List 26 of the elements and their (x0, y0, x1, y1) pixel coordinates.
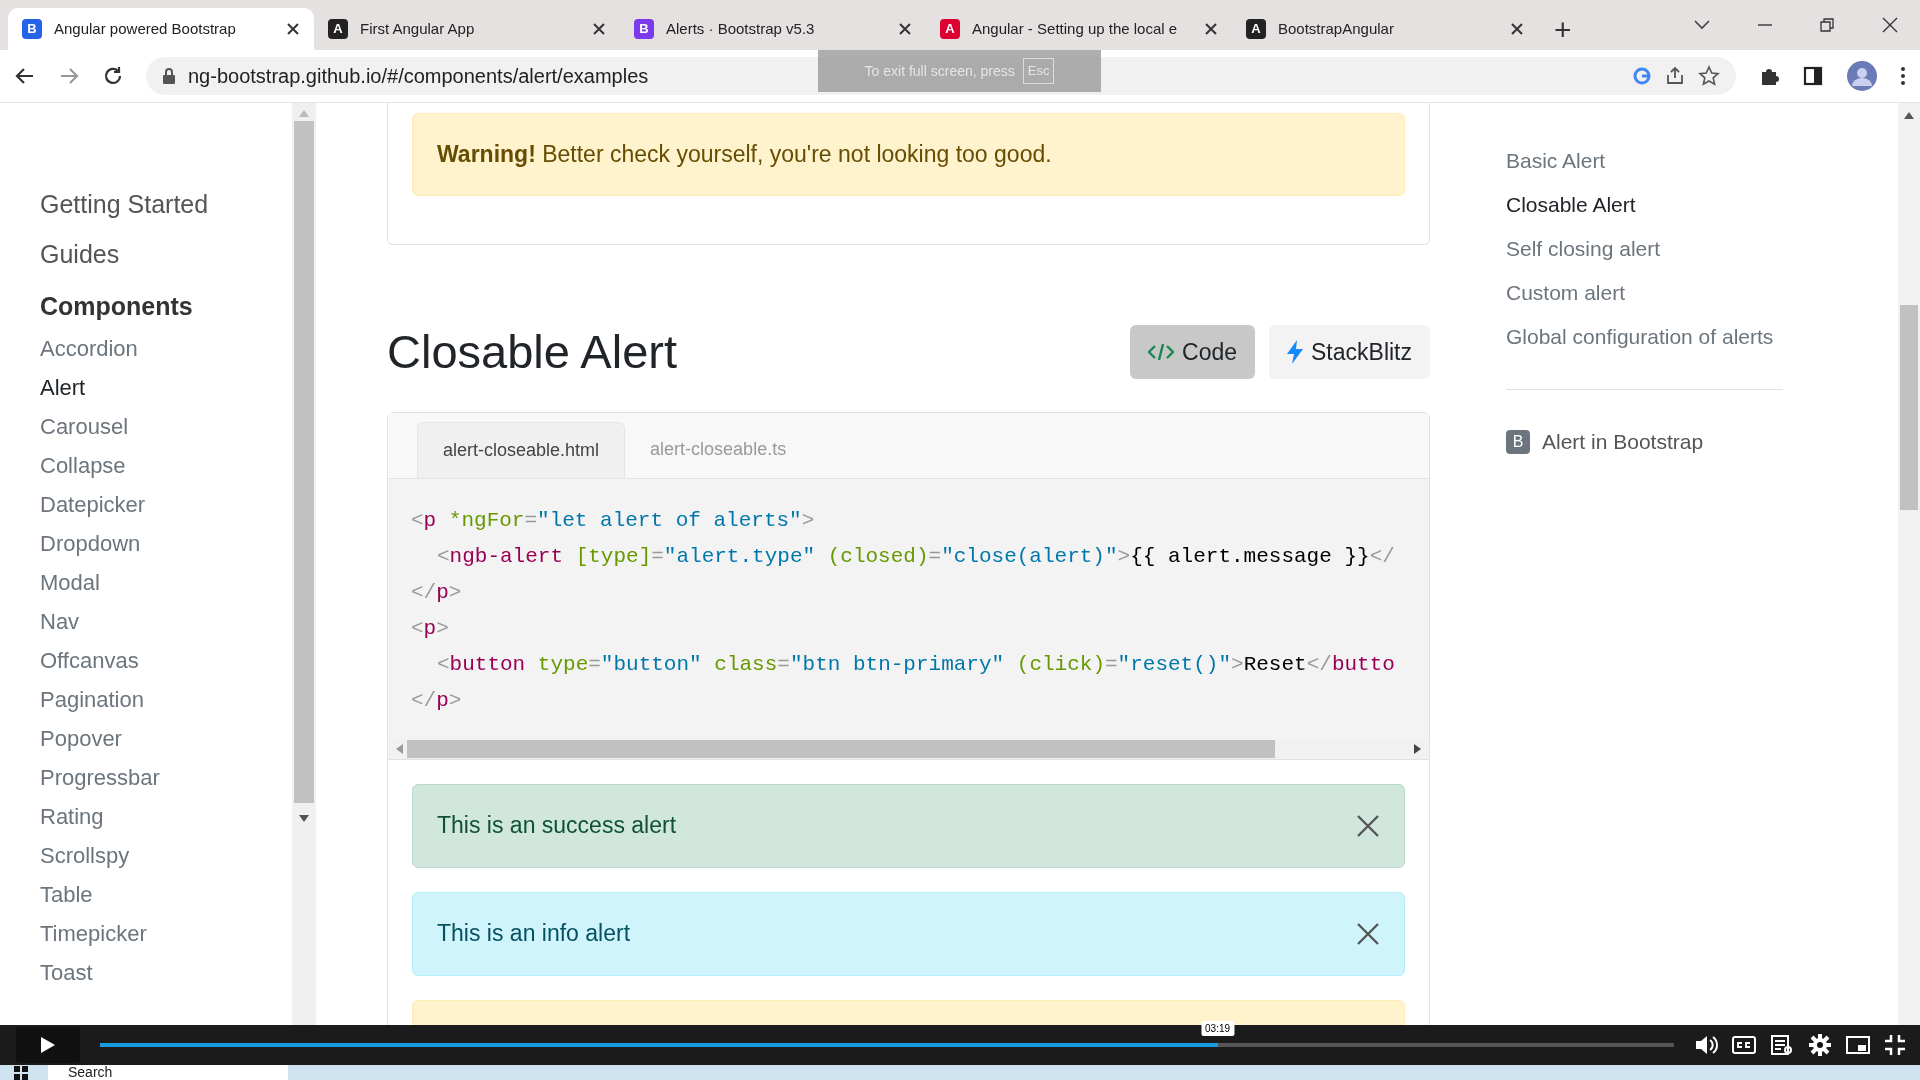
alert-text: This is an success alert (437, 811, 678, 841)
tab-favicon: A (940, 19, 960, 39)
code-line: <p> (411, 615, 450, 642)
alert-text: This is an info alert (437, 919, 632, 949)
code-line: <button type="button" class="btn btn-primary" (click)="reset()">Reset</butto (436, 651, 1396, 678)
tab-favicon: A (328, 19, 348, 39)
notice-text: To exit full screen, press (864, 61, 1015, 81)
bootstrap-icon: B (1506, 429, 1530, 454)
tab-favicon: B (22, 19, 42, 39)
warning-alert: Warning! Better check yourself, you're not looking too good. (412, 113, 1405, 196)
code-line: <ngb-alert [type]="alert.type" (closed)="close(alert)">{{ alert.message }}</ (436, 543, 1396, 570)
sidebar-heading: Components (40, 291, 194, 322)
tab-favicon: B (634, 19, 654, 39)
tab-title: First Angular App (360, 18, 476, 39)
section-heading: Closable Alert (387, 324, 677, 380)
tab-title: Angular - Setting up the local e (972, 18, 1179, 39)
url-text: ng-bootstrap.github.io/#/components/alert/examples (188, 64, 649, 89)
time-tooltip: 03:19 (1201, 1021, 1235, 1036)
tab-title: Angular powered Bootstrap (54, 18, 237, 39)
code-line: <p *ngFor="let alert of alerts"> (411, 507, 816, 534)
tab-favicon: A (1246, 19, 1266, 39)
key-label: Esc (1022, 58, 1055, 84)
code-line: </p> (411, 687, 463, 714)
tab-title: BootstrapAngular (1278, 18, 1395, 39)
code-line: </p> (411, 579, 463, 606)
tab-title: Alerts · Bootstrap v5.3 (666, 18, 816, 39)
